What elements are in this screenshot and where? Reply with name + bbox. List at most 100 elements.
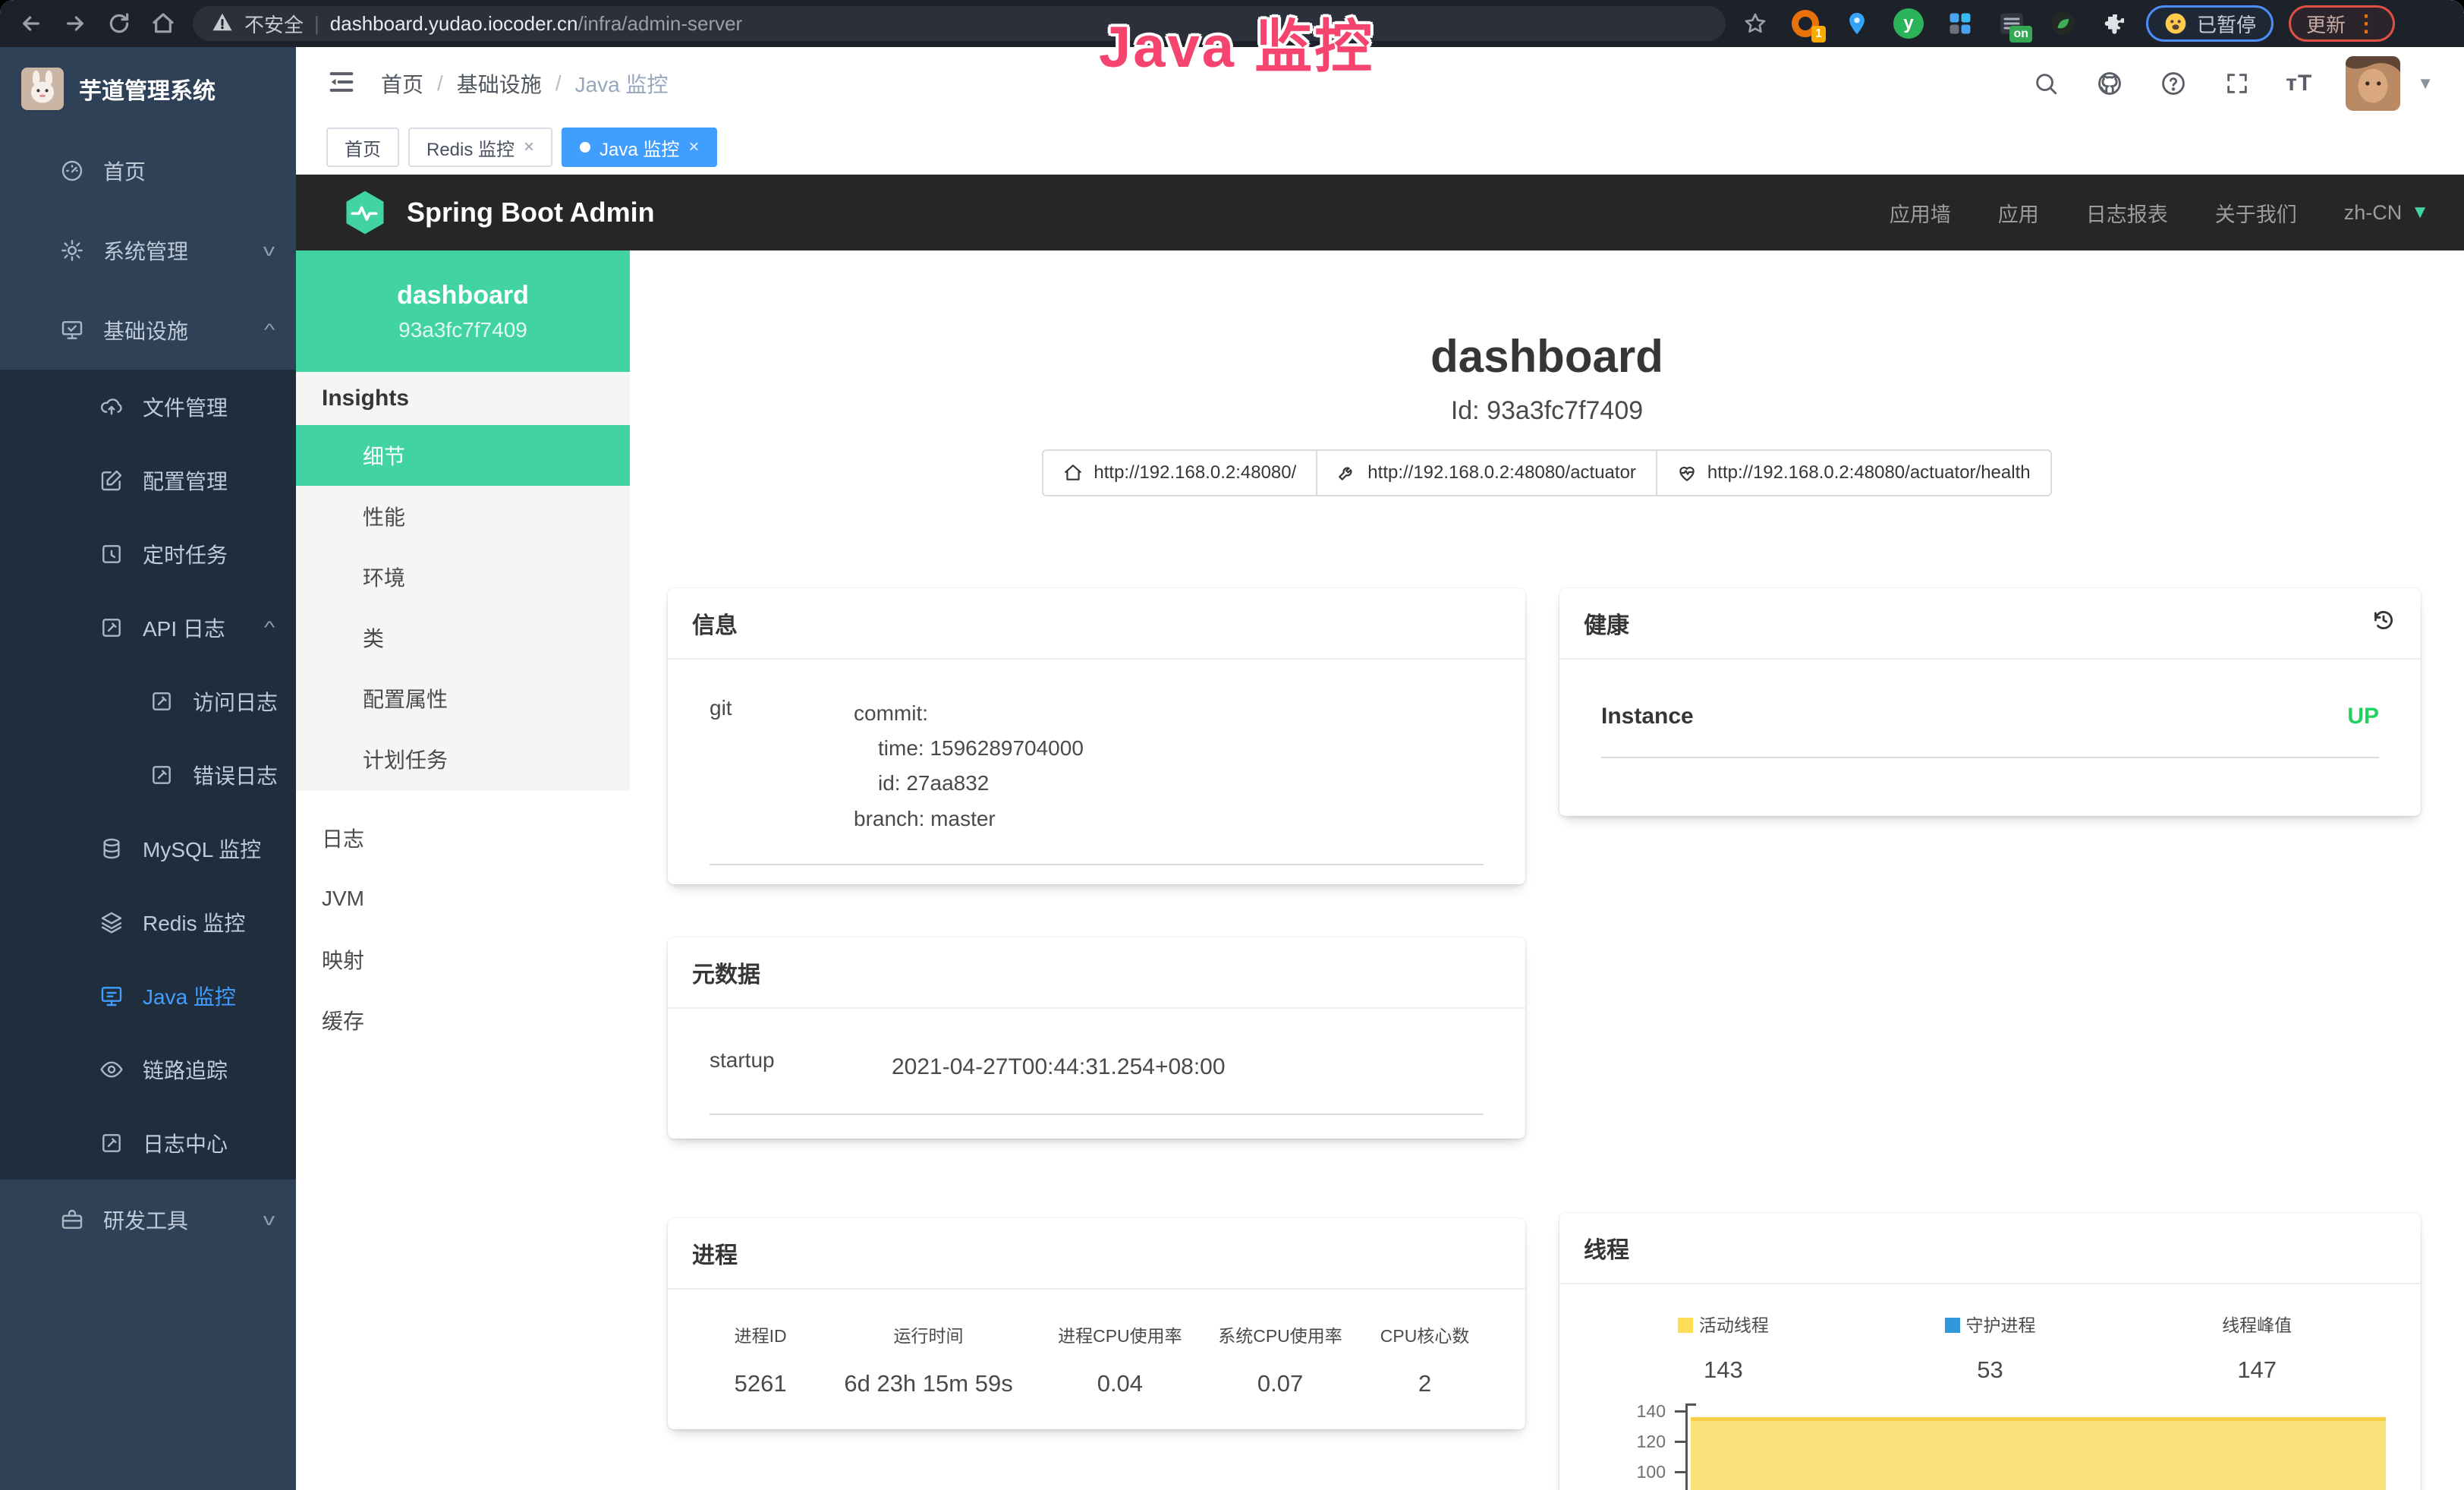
forward-icon[interactable] [61, 9, 90, 38]
sba-sidebar-item-environment[interactable]: 环境 [296, 547, 630, 607]
browser-menu-icon[interactable]: ⋮ [2355, 11, 2377, 37]
sba-sidebar-item-scheduled-tasks[interactable]: 计划任务 [296, 729, 630, 789]
sidebar-item-log-center[interactable]: 日志中心 [0, 1106, 296, 1180]
sba-sidebar-item-details[interactable]: 细节 [296, 425, 630, 486]
info-card: 信息 git commit: time: 1596289704000 id: 2… [668, 588, 1525, 884]
screen-monitor-icon [99, 983, 124, 1009]
sba-sidebar-item-jvm[interactable]: JVM [296, 868, 630, 929]
sba-nav-journal[interactable]: 日志报表 [2086, 198, 2168, 228]
locale-select[interactable]: zh-CN ▼ [2344, 201, 2429, 225]
process-table-values: 5261 6d 23h 15m 59s 0.04 0.07 2 [706, 1370, 1487, 1397]
address-bar[interactable]: 不安全 | dashboard.yudao.iocoder.cn/infra/a… [193, 6, 1726, 41]
logo-image [21, 68, 64, 110]
sba-instance-header[interactable]: dashboard 93a3fc7f7409 [296, 250, 630, 372]
sba-nav-applications[interactable]: 应用 [1998, 198, 2039, 228]
avatar-caret-icon[interactable]: ▼ [2417, 74, 2434, 93]
address-divider: | [314, 12, 319, 36]
breadcrumb-home[interactable]: 首页 [381, 68, 423, 99]
legend-blue-swatch [1945, 1318, 1960, 1333]
security-label[interactable]: 不安全 [244, 10, 304, 38]
fullscreen-icon[interactable] [2222, 68, 2252, 99]
browser-update-button[interactable]: 更新 ⋮ [2289, 5, 2395, 42]
breadcrumb-infra[interactable]: 基础设施 [457, 68, 542, 99]
extension-green-y-icon[interactable]: y [1893, 8, 1924, 39]
back-icon[interactable] [17, 9, 46, 38]
health-card-body: Instance UP [1559, 660, 2421, 758]
metadata-value: 2021-04-27T00:44:31.254+08:00 [892, 1048, 1484, 1086]
collapse-menu-icon[interactable] [326, 67, 360, 100]
app-window: 芋道管理系统 首页 系统管理 v 基础设施 ^ 文件管理 [0, 47, 2464, 1490]
base-url-button[interactable]: http://192.168.0.2:48080/ [1042, 449, 1317, 496]
row-divider [710, 1114, 1484, 1115]
tab-java-monitor[interactable]: Java 监控 × [562, 128, 717, 167]
user-avatar[interactable] [2346, 56, 2400, 111]
close-icon[interactable]: × [524, 137, 534, 158]
chevron-down-icon: ▼ [2411, 202, 2429, 223]
tab-redis-monitor[interactable]: Redis 监控 × [408, 128, 552, 167]
threads-legend-values: 143 53 147 [1590, 1356, 2390, 1384]
font-size-icon[interactable]: тT [2286, 71, 2312, 96]
sba-sidebar-item-mappings[interactable]: 映射 [296, 929, 630, 990]
threads-area-chart: 140 120 100 [1590, 1402, 2390, 1490]
sidebar-item-tracing[interactable]: 链路追踪 [0, 1032, 296, 1106]
sba-nav-links: 应用墙 应用 日志报表 关于我们 zh-CN ▼ [1890, 198, 2429, 228]
legend-live-threads: 活动线程 [1590, 1311, 1857, 1337]
sba-sidebar-item-config-props[interactable]: 配置属性 [296, 668, 630, 729]
tab-home[interactable]: 首页 [326, 128, 399, 167]
process-table-headers: 进程ID 运行时间 进程CPU使用率 系统CPU使用率 CPU核心数 [706, 1321, 1487, 1347]
sidebar-item-access-log[interactable]: 访问日志 [0, 664, 296, 738]
sidebar-item-dev-tools[interactable]: 研发工具 v [0, 1180, 296, 1259]
legend-daemon-threads: 守护进程 [1857, 1311, 2124, 1337]
sidebar-item-file-manage[interactable]: 文件管理 [0, 370, 296, 443]
sba-nav-wallboard[interactable]: 应用墙 [1890, 198, 1951, 228]
sidebar-item-error-log[interactable]: 错误日志 [0, 738, 296, 811]
sidebar-item-home[interactable]: 首页 [0, 131, 296, 210]
help-icon[interactable] [2158, 68, 2189, 99]
health-instance-row[interactable]: Instance UP [1601, 704, 2379, 729]
warning-icon [211, 11, 234, 37]
sba-logo-icon [341, 189, 389, 236]
active-dot-icon [580, 142, 590, 153]
sidebar-item-scheduled-jobs[interactable]: 定时任务 [0, 517, 296, 591]
github-icon[interactable] [2094, 68, 2125, 99]
metadata-card-body: startup 2021-04-27T00:44:31.254+08:00 [668, 1009, 1525, 1115]
sidebar-item-mysql-monitor[interactable]: MySQL 监控 [0, 811, 296, 885]
instance-links: http://192.168.0.2:48080/ http://192.168… [630, 449, 2464, 496]
history-icon[interactable] [2371, 607, 2396, 639]
close-icon[interactable]: × [688, 137, 699, 158]
sba-brand[interactable]: Spring Boot Admin [341, 189, 655, 236]
sidebar-item-system[interactable]: 系统管理 v [0, 210, 296, 290]
sidebar-item-api-log[interactable]: API 日志 ^ [0, 591, 296, 664]
sba-nav-about[interactable]: 关于我们 [2215, 198, 2297, 228]
y-axis-tick: 120 [1590, 1432, 1666, 1451]
home-icon[interactable] [149, 9, 178, 38]
bookmark-star-icon[interactable] [1741, 9, 1770, 38]
url-text[interactable]: dashboard.yudao.iocoder.cn/infra/admin-s… [330, 12, 742, 36]
reload-icon[interactable] [105, 9, 134, 38]
sidebar-item-java-monitor[interactable]: Java 监控 [0, 959, 296, 1032]
search-icon[interactable] [2031, 68, 2061, 99]
extension-grid-icon[interactable] [1944, 8, 1976, 39]
extension-orange-icon[interactable]: 1 [1789, 8, 1821, 39]
extensions-puzzle-icon[interactable] [2099, 8, 2131, 39]
sidebar-item-redis-monitor[interactable]: Redis 监控 [0, 885, 296, 959]
chevron-up-icon: ^ [264, 320, 275, 340]
extension-pin-icon[interactable] [1841, 8, 1873, 39]
breadcrumb-separator: / [555, 71, 562, 96]
app-logo[interactable]: 芋道管理系统 [0, 47, 296, 131]
extension-list-on-icon[interactable]: on [1996, 8, 2028, 39]
metadata-card-header: 元数据 [668, 937, 1525, 1009]
sidebar-item-infra[interactable]: 基础设施 ^ [0, 290, 296, 370]
sba-sidebar-item-caches[interactable]: 缓存 [296, 990, 630, 1051]
briefcase-icon [59, 1207, 85, 1233]
profile-paused-pill[interactable]: 已暂停 [2146, 5, 2274, 42]
actuator-url-button[interactable]: http://192.168.0.2:48080/actuator [1316, 449, 1657, 496]
sba-sidebar-item-logging[interactable]: 日志 [296, 808, 630, 868]
sidebar-item-config-manage[interactable]: 配置管理 [0, 443, 296, 517]
sba-section-title: Insights [296, 372, 630, 425]
extension-leaf-icon[interactable] [2047, 8, 2079, 39]
health-url-button[interactable]: http://192.168.0.2:48080/actuator/health [1656, 449, 2052, 496]
sba-sidebar-item-metrics[interactable]: 性能 [296, 486, 630, 547]
sba-sidebar-item-classes[interactable]: 类 [296, 607, 630, 668]
wrench-icon [1337, 463, 1357, 483]
